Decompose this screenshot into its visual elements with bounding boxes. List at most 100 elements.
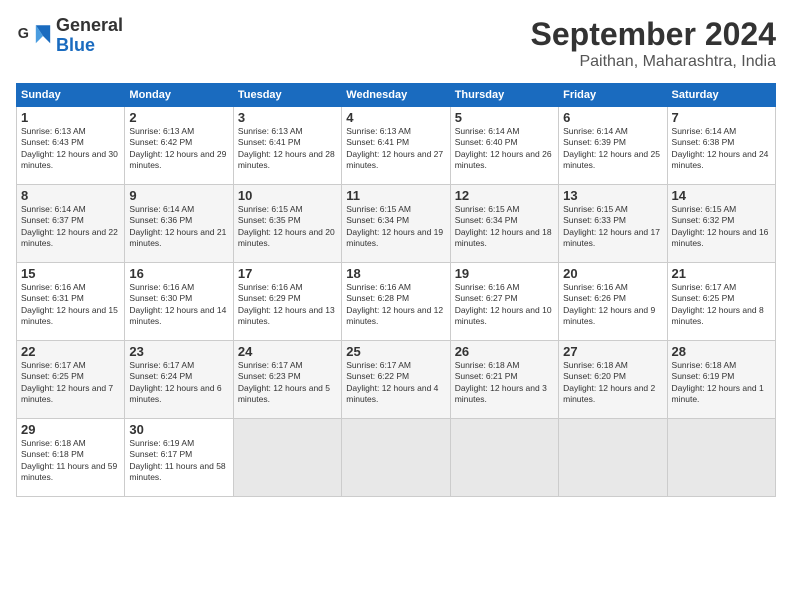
day-number: 6 (563, 110, 662, 125)
calendar-cell: 1 Sunrise: 6:13 AM Sunset: 6:43 PM Dayli… (17, 107, 125, 185)
logo: G GeneralBlue (16, 16, 123, 56)
day-number: 20 (563, 266, 662, 281)
day-detail: Sunrise: 6:15 AM Sunset: 6:32 PM Dayligh… (672, 204, 771, 250)
col-monday: Monday (125, 84, 233, 107)
day-number: 4 (346, 110, 445, 125)
calendar-cell: 24 Sunrise: 6:17 AM Sunset: 6:23 PM Dayl… (233, 341, 341, 419)
col-thursday: Thursday (450, 84, 558, 107)
calendar-cell: 22 Sunrise: 6:17 AM Sunset: 6:25 PM Dayl… (17, 341, 125, 419)
day-number: 9 (129, 188, 228, 203)
day-number: 22 (21, 344, 120, 359)
day-number: 1 (21, 110, 120, 125)
calendar-cell: 21 Sunrise: 6:17 AM Sunset: 6:25 PM Dayl… (667, 263, 775, 341)
day-number: 17 (238, 266, 337, 281)
header: G GeneralBlue September 2024 Paithan, Ma… (16, 16, 776, 71)
calendar-cell: 15 Sunrise: 6:16 AM Sunset: 6:31 PM Dayl… (17, 263, 125, 341)
calendar-cell (667, 419, 775, 497)
month-title: September 2024 (531, 16, 776, 53)
day-number: 21 (672, 266, 771, 281)
calendar-week-row: 29 Sunrise: 6:18 AM Sunset: 6:18 PM Dayl… (17, 419, 776, 497)
calendar-week-row: 8 Sunrise: 6:14 AM Sunset: 6:37 PM Dayli… (17, 185, 776, 263)
day-number: 14 (672, 188, 771, 203)
day-detail: Sunrise: 6:14 AM Sunset: 6:39 PM Dayligh… (563, 126, 662, 172)
day-detail: Sunrise: 6:17 AM Sunset: 6:24 PM Dayligh… (129, 360, 228, 406)
subtitle: Paithan, Maharashtra, India (531, 53, 776, 71)
header-row: Sunday Monday Tuesday Wednesday Thursday… (17, 84, 776, 107)
calendar-week-row: 15 Sunrise: 6:16 AM Sunset: 6:31 PM Dayl… (17, 263, 776, 341)
day-number: 7 (672, 110, 771, 125)
calendar-cell: 9 Sunrise: 6:14 AM Sunset: 6:36 PM Dayli… (125, 185, 233, 263)
day-number: 13 (563, 188, 662, 203)
day-number: 19 (455, 266, 554, 281)
logo-text: GeneralBlue (56, 16, 123, 56)
calendar-cell: 3 Sunrise: 6:13 AM Sunset: 6:41 PM Dayli… (233, 107, 341, 185)
day-detail: Sunrise: 6:14 AM Sunset: 6:38 PM Dayligh… (672, 126, 771, 172)
calendar-week-row: 1 Sunrise: 6:13 AM Sunset: 6:43 PM Dayli… (17, 107, 776, 185)
day-number: 27 (563, 344, 662, 359)
day-detail: Sunrise: 6:17 AM Sunset: 6:25 PM Dayligh… (21, 360, 120, 406)
day-detail: Sunrise: 6:14 AM Sunset: 6:40 PM Dayligh… (455, 126, 554, 172)
day-detail: Sunrise: 6:16 AM Sunset: 6:26 PM Dayligh… (563, 282, 662, 328)
calendar-cell (233, 419, 341, 497)
day-detail: Sunrise: 6:18 AM Sunset: 6:21 PM Dayligh… (455, 360, 554, 406)
day-detail: Sunrise: 6:13 AM Sunset: 6:41 PM Dayligh… (346, 126, 445, 172)
calendar-cell: 4 Sunrise: 6:13 AM Sunset: 6:41 PM Dayli… (342, 107, 450, 185)
calendar-cell: 27 Sunrise: 6:18 AM Sunset: 6:20 PM Dayl… (559, 341, 667, 419)
day-detail: Sunrise: 6:18 AM Sunset: 6:18 PM Dayligh… (21, 438, 120, 484)
day-number: 2 (129, 110, 228, 125)
day-detail: Sunrise: 6:15 AM Sunset: 6:34 PM Dayligh… (346, 204, 445, 250)
day-detail: Sunrise: 6:17 AM Sunset: 6:25 PM Dayligh… (672, 282, 771, 328)
calendar-cell: 14 Sunrise: 6:15 AM Sunset: 6:32 PM Dayl… (667, 185, 775, 263)
calendar-cell: 10 Sunrise: 6:15 AM Sunset: 6:35 PM Dayl… (233, 185, 341, 263)
calendar-cell: 17 Sunrise: 6:16 AM Sunset: 6:29 PM Dayl… (233, 263, 341, 341)
day-detail: Sunrise: 6:13 AM Sunset: 6:41 PM Dayligh… (238, 126, 337, 172)
calendar-cell: 26 Sunrise: 6:18 AM Sunset: 6:21 PM Dayl… (450, 341, 558, 419)
day-detail: Sunrise: 6:15 AM Sunset: 6:35 PM Dayligh… (238, 204, 337, 250)
calendar-cell: 25 Sunrise: 6:17 AM Sunset: 6:22 PM Dayl… (342, 341, 450, 419)
calendar-cell: 16 Sunrise: 6:16 AM Sunset: 6:30 PM Dayl… (125, 263, 233, 341)
day-detail: Sunrise: 6:18 AM Sunset: 6:19 PM Dayligh… (672, 360, 771, 406)
calendar-cell: 5 Sunrise: 6:14 AM Sunset: 6:40 PM Dayli… (450, 107, 558, 185)
calendar-cell: 13 Sunrise: 6:15 AM Sunset: 6:33 PM Dayl… (559, 185, 667, 263)
day-number: 24 (238, 344, 337, 359)
day-detail: Sunrise: 6:16 AM Sunset: 6:29 PM Dayligh… (238, 282, 337, 328)
day-detail: Sunrise: 6:13 AM Sunset: 6:42 PM Dayligh… (129, 126, 228, 172)
day-number: 23 (129, 344, 228, 359)
day-number: 26 (455, 344, 554, 359)
calendar-container: G GeneralBlue September 2024 Paithan, Ma… (0, 0, 792, 612)
logo-icon: G (16, 18, 52, 54)
day-detail: Sunrise: 6:17 AM Sunset: 6:22 PM Dayligh… (346, 360, 445, 406)
calendar-cell: 8 Sunrise: 6:14 AM Sunset: 6:37 PM Dayli… (17, 185, 125, 263)
day-detail: Sunrise: 6:16 AM Sunset: 6:27 PM Dayligh… (455, 282, 554, 328)
calendar-cell: 18 Sunrise: 6:16 AM Sunset: 6:28 PM Dayl… (342, 263, 450, 341)
calendar-cell: 11 Sunrise: 6:15 AM Sunset: 6:34 PM Dayl… (342, 185, 450, 263)
col-saturday: Saturday (667, 84, 775, 107)
calendar-cell: 6 Sunrise: 6:14 AM Sunset: 6:39 PM Dayli… (559, 107, 667, 185)
day-detail: Sunrise: 6:17 AM Sunset: 6:23 PM Dayligh… (238, 360, 337, 406)
day-number: 30 (129, 422, 228, 437)
day-detail: Sunrise: 6:15 AM Sunset: 6:34 PM Dayligh… (455, 204, 554, 250)
day-number: 10 (238, 188, 337, 203)
day-detail: Sunrise: 6:16 AM Sunset: 6:31 PM Dayligh… (21, 282, 120, 328)
col-sunday: Sunday (17, 84, 125, 107)
day-detail: Sunrise: 6:13 AM Sunset: 6:43 PM Dayligh… (21, 126, 120, 172)
day-number: 12 (455, 188, 554, 203)
calendar-cell (450, 419, 558, 497)
day-number: 29 (21, 422, 120, 437)
calendar-cell: 12 Sunrise: 6:15 AM Sunset: 6:34 PM Dayl… (450, 185, 558, 263)
col-tuesday: Tuesday (233, 84, 341, 107)
calendar-cell: 19 Sunrise: 6:16 AM Sunset: 6:27 PM Dayl… (450, 263, 558, 341)
calendar-cell (559, 419, 667, 497)
day-number: 28 (672, 344, 771, 359)
day-number: 8 (21, 188, 120, 203)
day-number: 11 (346, 188, 445, 203)
col-friday: Friday (559, 84, 667, 107)
day-number: 25 (346, 344, 445, 359)
day-detail: Sunrise: 6:15 AM Sunset: 6:33 PM Dayligh… (563, 204, 662, 250)
col-wednesday: Wednesday (342, 84, 450, 107)
day-detail: Sunrise: 6:18 AM Sunset: 6:20 PM Dayligh… (563, 360, 662, 406)
day-detail: Sunrise: 6:16 AM Sunset: 6:28 PM Dayligh… (346, 282, 445, 328)
calendar-cell: 20 Sunrise: 6:16 AM Sunset: 6:26 PM Dayl… (559, 263, 667, 341)
calendar-cell: 7 Sunrise: 6:14 AM Sunset: 6:38 PM Dayli… (667, 107, 775, 185)
day-number: 16 (129, 266, 228, 281)
